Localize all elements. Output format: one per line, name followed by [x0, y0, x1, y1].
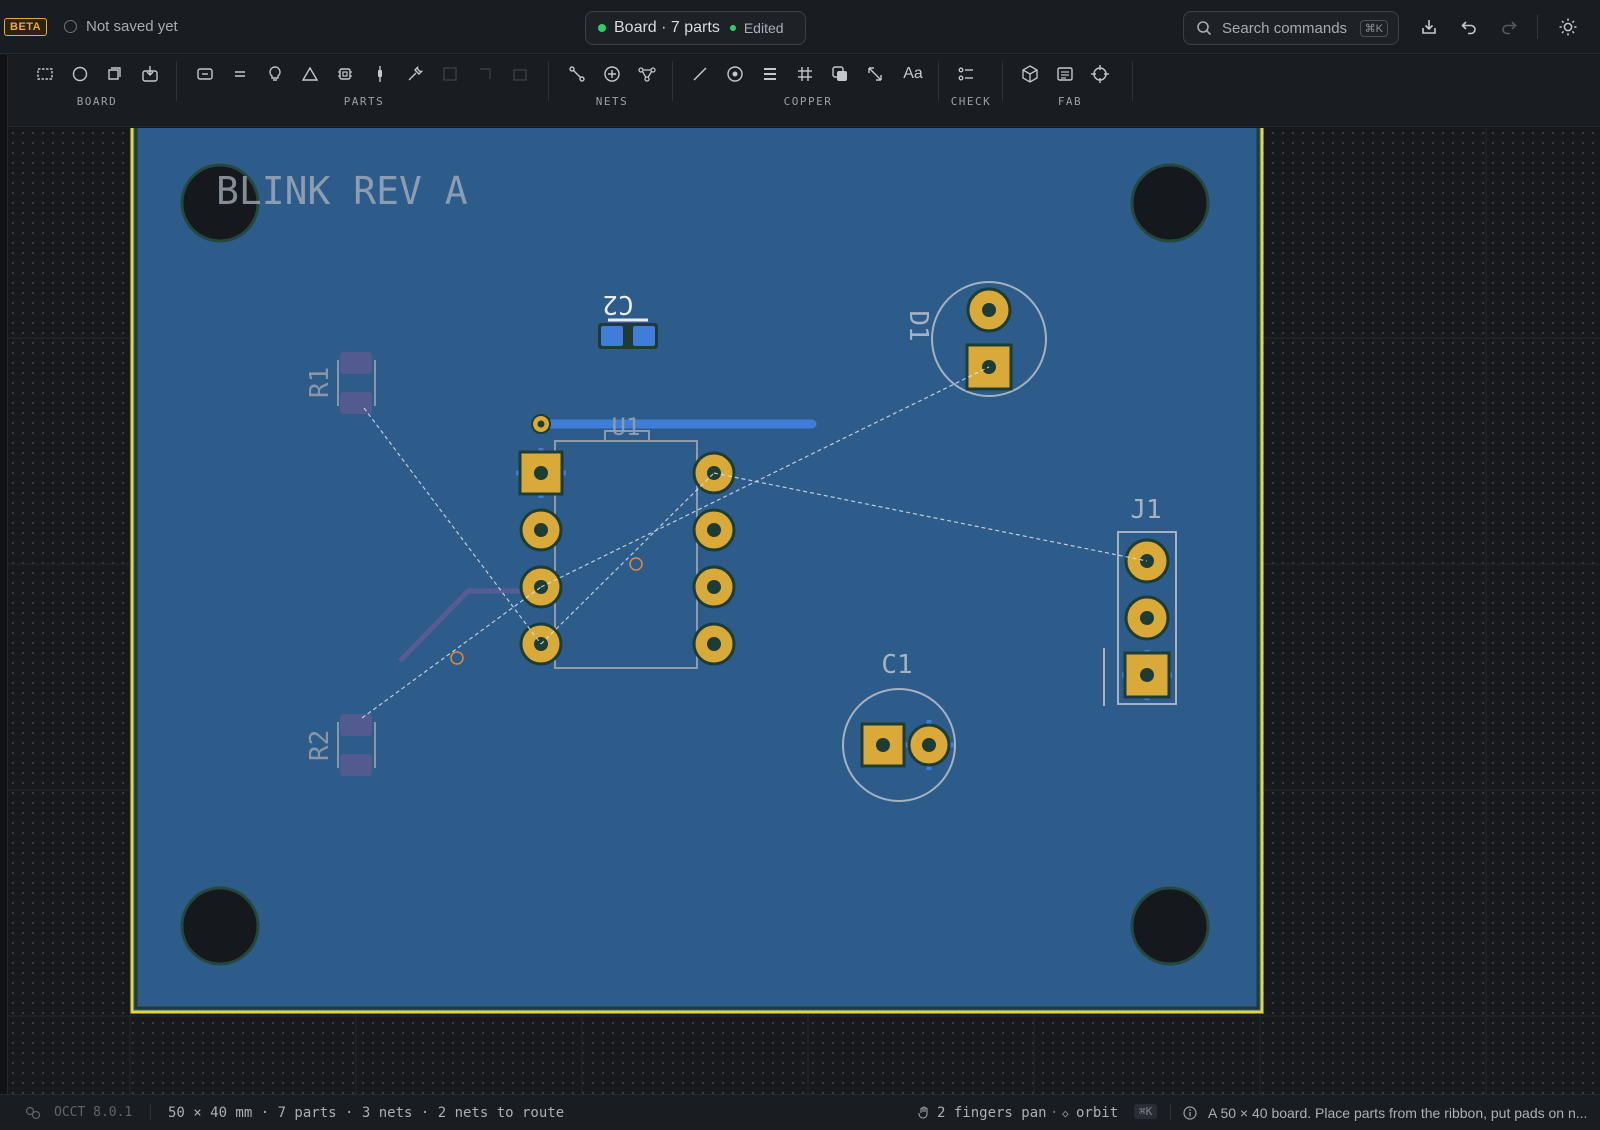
select-rect-icon[interactable]	[33, 62, 57, 86]
status-dot-icon	[598, 24, 606, 32]
engine-version: OCCT 8.0.1	[54, 1105, 133, 1120]
left-rail	[0, 55, 8, 1095]
divider	[672, 61, 673, 101]
disabled-tool-icon	[473, 62, 497, 86]
group-label-parts: PARTS	[343, 95, 385, 108]
layers-icon[interactable]	[758, 62, 782, 86]
search-shortcut: ⌘K	[1359, 19, 1388, 37]
unsaved-circle-icon	[64, 20, 77, 33]
edited-dot-icon	[729, 25, 736, 31]
divider	[176, 61, 177, 101]
group-label-board: BOARD	[76, 95, 118, 108]
led-icon[interactable]	[263, 62, 287, 86]
save-status: Not saved yet	[64, 18, 178, 35]
undo-icon[interactable]	[1458, 16, 1480, 38]
divider	[1170, 1104, 1171, 1120]
separator-dot: ·	[1050, 1105, 1059, 1121]
designator-r2: R2	[305, 730, 335, 761]
net-tree-icon[interactable]	[635, 62, 659, 86]
beta-badge: BETA	[4, 18, 48, 36]
group-label-nets: NETS	[595, 95, 629, 108]
via-icon[interactable]	[723, 62, 747, 86]
divider	[150, 1104, 151, 1120]
expand-icon[interactable]	[863, 62, 887, 86]
document-title: Board · 7 parts	[614, 19, 720, 36]
group-label-copper: COPPER	[783, 95, 833, 108]
search-icon	[1197, 21, 1212, 36]
disabled-tool-icon	[438, 62, 462, 86]
status-bar: OCCT 8.0.1 50 × 40 mm · 7 parts · 3 nets…	[0, 1094, 1600, 1130]
add-net-icon[interactable]	[600, 62, 624, 86]
mounting-hole[interactable]	[1130, 163, 1210, 243]
document-title-pill[interactable]: Board · 7 parts Edited	[585, 11, 806, 45]
search-placeholder: Search commands	[1222, 19, 1348, 37]
designator-d1: D1	[903, 310, 933, 341]
designator-r1: R1	[305, 367, 335, 398]
import-icon[interactable]	[138, 62, 162, 86]
divider	[1537, 15, 1538, 39]
pcb-canvas[interactable]: BLINK REV A R1 R2 C2 U1 D1 J1 C1	[8, 128, 1600, 1094]
hint-orbit: orbit	[1076, 1105, 1119, 1121]
trace-icon[interactable]	[688, 62, 712, 86]
circle-icon[interactable]	[68, 62, 92, 86]
capacitor-icon[interactable]	[228, 62, 252, 86]
divider	[938, 61, 939, 101]
checklist-icon[interactable]	[954, 62, 978, 86]
mounting-hole[interactable]	[180, 886, 260, 966]
wrench-icon[interactable]	[403, 62, 427, 86]
designator-j1: J1	[1130, 495, 1161, 525]
text-tool-icon[interactable]: Aa	[898, 62, 928, 86]
pan-gesture-icon	[918, 1106, 928, 1119]
document-state: Edited	[743, 20, 784, 36]
pin-icon[interactable]	[368, 62, 392, 86]
divider	[1002, 61, 1003, 101]
stack-icon[interactable]	[103, 62, 127, 86]
tool-ribbon: BOARD PARTS NETS Aa COPPER CHECK FAB	[8, 55, 1600, 127]
crosshair-icon[interactable]	[1088, 62, 1112, 86]
download-icon[interactable]	[1418, 16, 1440, 38]
redo-icon[interactable]	[1498, 16, 1520, 38]
diode-icon[interactable]	[298, 62, 322, 86]
mounting-hole[interactable]	[1130, 886, 1210, 966]
designator-c2: C2	[602, 289, 633, 319]
status-message: A 50 × 40 board. Place parts from the ri…	[1208, 1105, 1588, 1121]
silk-title[interactable]: BLINK REV A	[216, 169, 468, 213]
command-search[interactable]: Search commands ⌘K	[1183, 11, 1399, 45]
theme-sun-icon[interactable]	[1557, 16, 1579, 38]
chip-icon[interactable]	[333, 62, 357, 86]
3d-box-icon[interactable]	[1018, 62, 1042, 86]
route-icon[interactable]	[565, 62, 589, 86]
copy-icon[interactable]	[828, 62, 852, 86]
designator-u1: U1	[612, 413, 641, 441]
info-icon	[1183, 1106, 1197, 1120]
resistor-icon[interactable]	[193, 62, 217, 86]
board-summary: 50 × 40 mm · 7 parts · 3 nets · 2 nets t…	[168, 1105, 565, 1121]
designator-c1: C1	[881, 650, 912, 680]
grid-icon[interactable]	[793, 62, 817, 86]
group-label-fab: FAB	[1057, 95, 1083, 108]
save-status-label: Not saved yet	[86, 18, 178, 35]
hint-pan: 2 fingers pan	[937, 1105, 1047, 1121]
group-label-check: CHECK	[950, 95, 992, 108]
divider	[1132, 61, 1133, 101]
pcb-board-view[interactable]: BLINK REV A R1 R2 C2 U1 D1 J1 C1	[8, 128, 1600, 1094]
disabled-tool-icon	[508, 62, 532, 86]
top-bar: BETA Not saved yet Board · 7 parts Edite…	[0, 0, 1600, 54]
engine-icon	[25, 1106, 41, 1120]
divider	[548, 61, 549, 101]
shortcut-badge: ⌘K	[1134, 1104, 1158, 1119]
orbit-icon: ◇	[1062, 1107, 1069, 1120]
gerber-icon[interactable]	[1053, 62, 1077, 86]
